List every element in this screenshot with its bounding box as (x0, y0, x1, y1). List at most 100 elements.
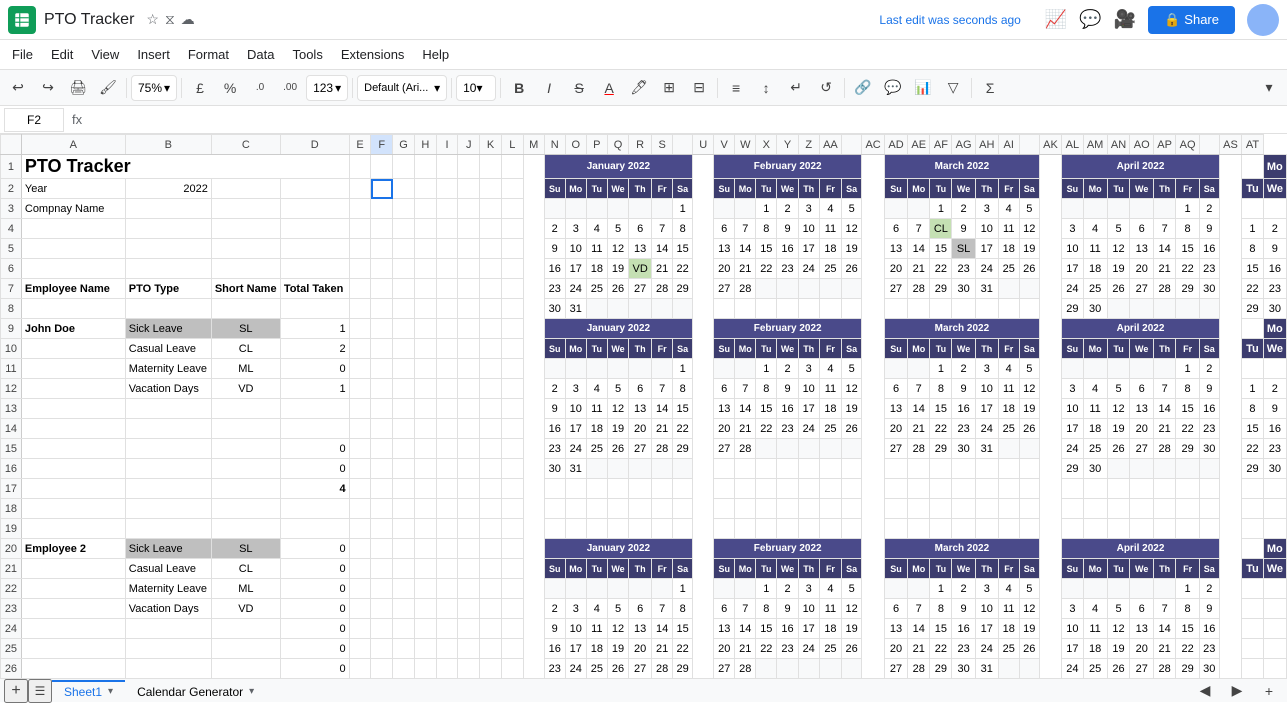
empty[interactable] (652, 479, 673, 499)
calendar-day[interactable]: 30 (952, 659, 975, 679)
calendar-day[interactable]: 9 (1199, 599, 1219, 619)
calendar-day[interactable] (1107, 199, 1130, 219)
calendar-day[interactable]: 10 (798, 599, 819, 619)
calendar-day[interactable]: 19 (1107, 259, 1130, 279)
col-feb5[interactable]: Y (777, 135, 798, 155)
empty[interactable] (393, 239, 415, 259)
partial-day[interactable]: 23 (1263, 279, 1286, 299)
partial[interactable] (1263, 579, 1286, 599)
calendar-day[interactable]: 27 (629, 659, 652, 679)
empty[interactable] (211, 659, 280, 679)
calendar-day[interactable]: 17 (975, 239, 998, 259)
calendar-day[interactable] (777, 439, 798, 459)
empty[interactable] (349, 459, 371, 479)
empty[interactable] (501, 359, 523, 379)
emp2-total-casual[interactable]: 0 (280, 559, 349, 579)
empty[interactable] (586, 479, 607, 499)
empty[interactable] (414, 559, 436, 579)
empty[interactable] (436, 179, 458, 199)
empty[interactable] (480, 339, 502, 359)
empty[interactable] (393, 479, 415, 499)
empty[interactable] (952, 499, 975, 519)
empty[interactable] (414, 179, 436, 199)
calendar-day[interactable]: 2 (544, 379, 565, 399)
calendar-day[interactable] (586, 359, 607, 379)
empty[interactable] (414, 199, 436, 219)
empty[interactable] (436, 359, 458, 379)
calendar-day[interactable]: 17 (1062, 639, 1083, 659)
calendar-day[interactable] (777, 279, 798, 299)
empty[interactable] (414, 579, 436, 599)
empty[interactable] (414, 439, 436, 459)
empty[interactable] (480, 419, 502, 439)
calendar-day[interactable]: 31 (975, 439, 998, 459)
empty[interactable] (842, 479, 862, 499)
empty[interactable] (652, 499, 673, 519)
empty[interactable] (211, 199, 280, 219)
calendar-day[interactable]: 2 (952, 199, 975, 219)
empty[interactable] (371, 379, 393, 399)
empty-mar[interactable] (975, 299, 998, 319)
empty[interactable] (458, 279, 480, 299)
cell[interactable] (349, 155, 371, 179)
calendar-day[interactable]: 5 (1107, 219, 1130, 239)
empty[interactable] (349, 439, 371, 459)
employee2-name[interactable]: Employee 2 (21, 539, 125, 559)
calendar-day[interactable]: 9 (1199, 379, 1219, 399)
empty[interactable] (501, 639, 523, 659)
calendar-day[interactable] (1130, 199, 1153, 219)
calendar-day[interactable]: 26 (1019, 259, 1039, 279)
empty[interactable] (436, 439, 458, 459)
empty[interactable] (21, 619, 125, 639)
empty[interactable] (501, 259, 523, 279)
calendar-day[interactable]: 18 (819, 399, 841, 419)
calendar-day[interactable]: 30 (1083, 299, 1107, 319)
empty[interactable] (414, 319, 436, 339)
calendar-day[interactable]: 15 (930, 239, 952, 259)
empty[interactable] (371, 319, 393, 339)
empty[interactable] (777, 479, 798, 499)
calendar-day[interactable]: 11 (819, 379, 841, 399)
partial-day[interactable]: 2 (1263, 219, 1286, 239)
calendar-day[interactable] (756, 439, 777, 459)
empty[interactable] (458, 539, 480, 559)
empty[interactable] (1130, 519, 1153, 539)
empty[interactable] (565, 519, 586, 539)
empty[interactable] (21, 299, 125, 319)
calendar-day[interactable]: 27 (629, 279, 652, 299)
empty[interactable] (607, 499, 628, 519)
partial[interactable] (1242, 539, 1263, 559)
col-mar6[interactable]: AH (975, 135, 998, 155)
empty[interactable] (501, 479, 523, 499)
col-b-header[interactable]: B (125, 135, 211, 155)
empty[interactable] (1176, 479, 1199, 499)
empty[interactable] (501, 319, 523, 339)
calendar-day[interactable] (544, 579, 565, 599)
empty[interactable] (501, 399, 523, 419)
empty[interactable] (21, 559, 125, 579)
empty[interactable] (371, 279, 393, 299)
calendar-day[interactable]: 19 (1019, 399, 1039, 419)
partial[interactable] (1242, 579, 1263, 599)
calendar-day[interactable]: 27 (629, 439, 652, 459)
calendar-day[interactable]: 6 (1130, 599, 1153, 619)
empty[interactable] (544, 479, 565, 499)
calendar-day[interactable]: 8 (756, 219, 777, 239)
empty[interactable] (414, 639, 436, 659)
empty[interactable] (21, 479, 125, 499)
empty[interactable] (414, 519, 436, 539)
empty[interactable] (349, 199, 371, 219)
emp2-total-sick[interactable]: 0 (280, 539, 349, 559)
calendar-day[interactable]: 7 (652, 379, 673, 399)
calendar-day[interactable]: 22 (930, 259, 952, 279)
empty[interactable] (673, 499, 693, 519)
emp2-short-cl[interactable]: CL (211, 559, 280, 579)
calendar-day[interactable] (1130, 459, 1153, 479)
partial-dow[interactable]: Mo (1263, 319, 1286, 339)
menu-insert[interactable]: Insert (129, 43, 178, 66)
partial[interactable] (1263, 639, 1286, 659)
link-button[interactable]: 🔗 (849, 74, 877, 102)
empty[interactable] (21, 459, 125, 479)
calendar-day[interactable]: 13 (629, 619, 652, 639)
empty[interactable] (480, 379, 502, 399)
